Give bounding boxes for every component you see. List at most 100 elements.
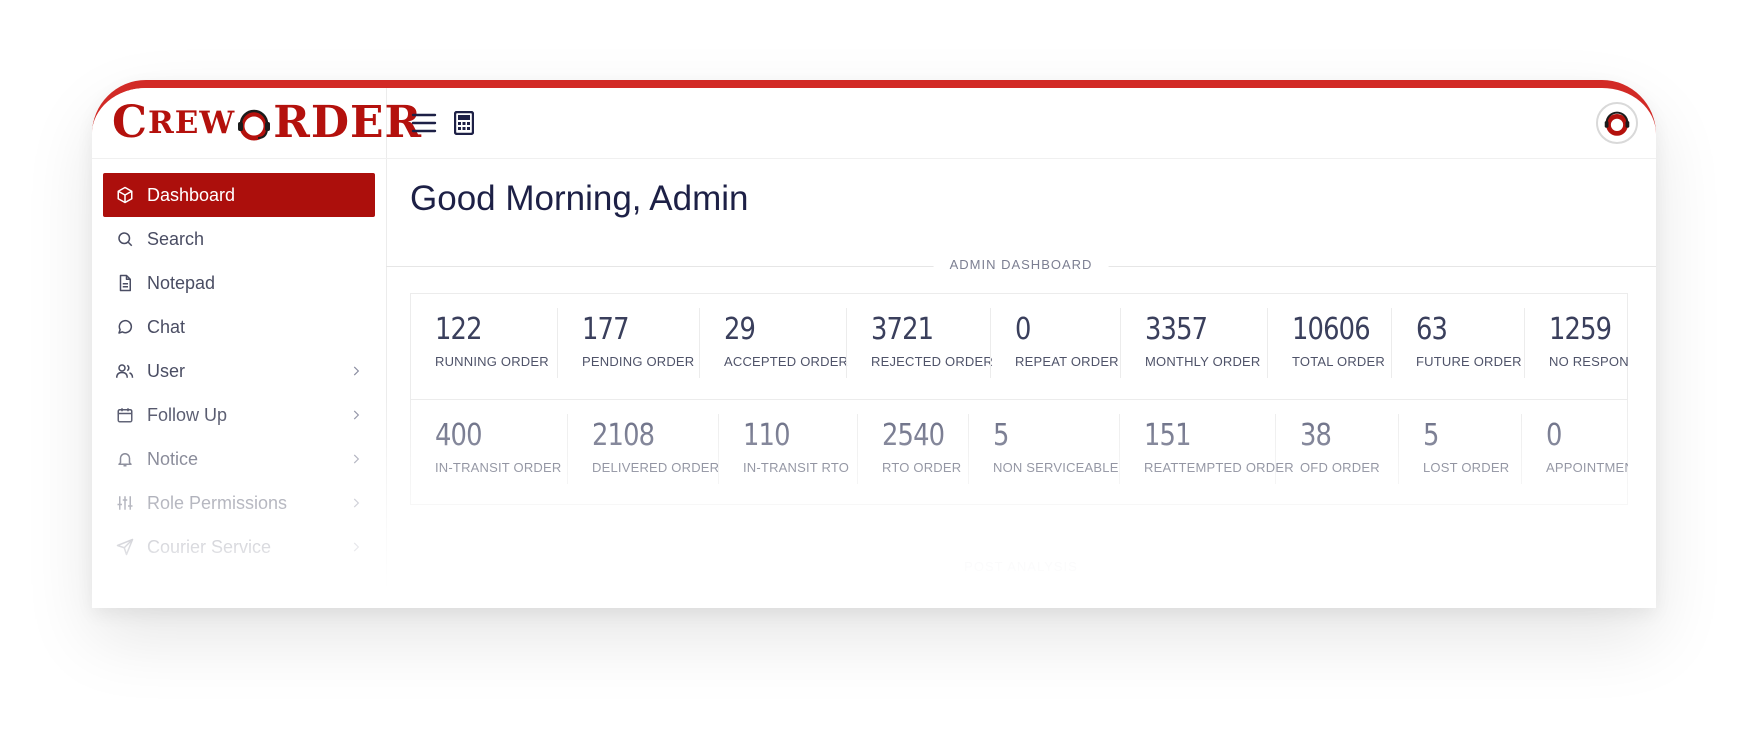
sidebar-item-label: Search [147,228,205,249]
sidebar-item-label: Follow Up [147,404,228,425]
stat-card-accepted-order[interactable]: 29 ACCEPTED ORDER [699,308,848,378]
chevron-right-icon [349,364,363,378]
stat-value: 177 [582,312,630,347]
sidebar-item-label: Chat [147,316,186,337]
chevron-right-icon [349,408,363,422]
brand-logo[interactable]: C REW RDER [92,88,421,159]
app-window: C REW RDER Dashboard Search Notepad Chat… [92,80,1656,608]
stat-card-non-serviceable[interactable]: 5 NON SERVICEABLE [968,414,1118,484]
chevron-right-icon [349,452,363,466]
stat-value: 63 [1416,312,1448,347]
logo-wordmark: C REW RDER [112,101,422,145]
chevron-right-icon [349,496,363,510]
stat-value: 2108 [592,418,655,453]
logo-letter-c: C [112,97,149,148]
sidebar-item-label: User [147,360,186,381]
stat-value: 0 [1015,312,1031,347]
search-icon [115,229,135,249]
chat-icon [115,317,135,337]
stat-value: 10606 [1292,312,1371,347]
stat-label: REJECTED ORDER [871,354,993,369]
stat-card-appointment[interactable]: 0 APPOINTMENT [1521,414,1628,484]
stat-card-in-transit-rto[interactable]: 110 IN-TRANSIT RTO [718,414,850,484]
sidebar-item-label: Role Permissions [147,492,288,513]
main-content: Good Morning, Admin ADMIN DASHBOARD 122 … [386,159,1656,608]
stat-value: 5 [1423,418,1439,453]
calculator-icon[interactable] [450,109,478,137]
stat-label: TOTAL ORDER [1292,354,1385,369]
sidebar-item-follow-up[interactable]: Follow Up [103,393,375,437]
sidebar-item-chat[interactable]: Chat [103,305,375,349]
stat-value: 29 [724,312,756,347]
stat-label: MONTHLY ORDER [1145,354,1261,369]
stat-card-monthly-order[interactable]: 3357 MONTHLY ORDER [1120,308,1261,378]
sidebar-item-dashboard[interactable]: Dashboard [103,173,375,217]
section-label: ADMIN DASHBOARD [933,257,1109,272]
stat-value: 1259 [1549,312,1612,347]
stat-value: 151 [1144,418,1192,453]
stats-panel: 122 RUNNING ORDER 177 PENDING ORDER 29 A… [410,293,1628,505]
stat-card-ofd-order[interactable]: 38 OFD ORDER [1275,414,1380,484]
stat-label: APPOINTMENT [1546,460,1628,475]
stat-card-total-order[interactable]: 10606 TOTAL ORDER [1267,308,1385,378]
stat-value: 110 [743,418,791,453]
sidebar-menu: Dashboard Search Notepad Chat User Follo… [92,159,386,569]
headset-logo-icon [236,105,272,141]
sidebar-item-role-permissions[interactable]: Role Permissions [103,481,375,525]
stat-card-running-order[interactable]: 122 RUNNING ORDER [411,308,549,378]
stat-card-pending-order[interactable]: 177 PENDING ORDER [557,308,695,378]
stat-label: DELIVERED ORDER [592,460,720,475]
page-title: Good Morning, Admin [410,179,749,218]
sidebar-item-notice[interactable]: Notice [103,437,375,481]
stats-row: 400 IN-TRANSIT ORDER 2108 DELIVERED ORDE… [411,400,1628,505]
sidebar-item-user[interactable]: User [103,349,375,393]
stat-label: NON SERVICEABLE [993,460,1119,475]
stat-card-rto-order[interactable]: 2540 RTO ORDER [857,414,961,484]
stat-card-delivered-order[interactable]: 2108 DELIVERED ORDER [567,414,720,484]
stat-label: OFD ORDER [1300,460,1380,475]
screenshot-stage: C REW RDER Dashboard Search Notepad Chat… [0,0,1748,742]
send-icon [115,537,135,557]
stat-card-reattempted-order[interactable]: 151 REATTEMPTED ORDER [1119,414,1294,484]
stat-card-in-transit-order[interactable]: 400 IN-TRANSIT ORDER [411,414,561,484]
logo-letters-rew: REW [148,105,236,141]
section-label-faded: POST ANALYSIS [948,559,1094,574]
stat-label: REATTEMPTED ORDER [1144,460,1294,475]
stat-value: 0 [1546,418,1562,453]
stats-row: 122 RUNNING ORDER 177 PENDING ORDER 29 A… [411,294,1628,400]
sidebar-item-label: Notepad [147,272,216,293]
sidebar-item-courier-service[interactable]: Courier Service [103,525,375,569]
sidebar-item-search[interactable]: Search [103,217,375,261]
stat-label: RTO ORDER [882,460,962,475]
stat-value: 5 [993,418,1009,453]
stat-card-future-order[interactable]: 63 FUTURE ORDER [1391,308,1521,378]
cube-icon [115,185,135,205]
sidebar-item-label: Notice [147,448,199,469]
avatar[interactable] [1596,102,1638,144]
stat-value: 3721 [871,312,934,347]
stat-label: REPEAT ORDER [1015,354,1119,369]
stat-label: LOST ORDER [1423,460,1510,475]
hamburger-icon[interactable] [410,109,438,137]
stat-card-lost-order[interactable]: 5 LOST ORDER [1398,414,1510,484]
stat-label: PENDING ORDER [582,354,695,369]
stat-card-no-response[interactable]: 1259 NO RESPONSE [1524,308,1628,378]
stat-value: 2540 [882,418,945,453]
stat-card-rejected-order[interactable]: 3721 REJECTED ORDER [846,308,993,378]
sidebar-item-notepad[interactable]: Notepad [103,261,375,305]
stat-label: IN-TRANSIT RTO [743,460,850,475]
stat-value: 400 [435,418,483,453]
stat-label: NO RESPONSE [1549,354,1628,369]
sidebar-item-label: Courier Service [147,536,272,557]
stat-card-repeat-order[interactable]: 0 REPEAT ORDER [990,308,1119,378]
topbar [386,88,1656,159]
stat-label: RUNNING ORDER [435,354,549,369]
stat-value: 122 [435,312,483,347]
calendar-icon [115,405,135,425]
bell-icon [115,449,135,469]
document-icon [115,273,135,293]
users-icon [115,361,135,381]
sidebar-item-label: Dashboard [147,184,236,205]
sliders-icon [115,493,135,513]
stat-value: 3357 [1145,312,1208,347]
